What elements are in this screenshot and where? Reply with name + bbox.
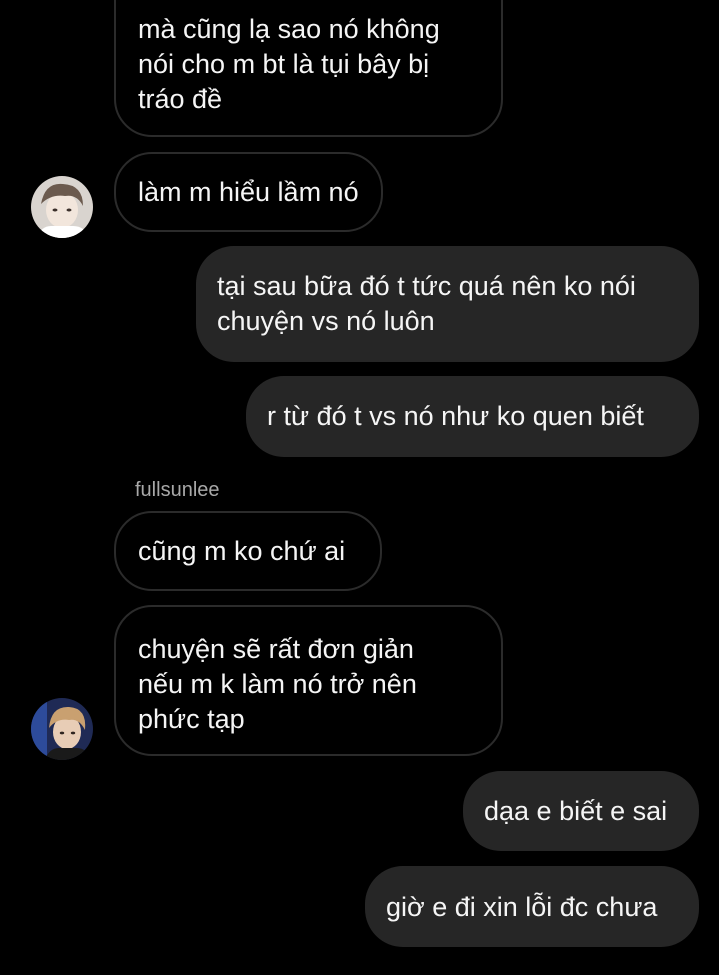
message-bubble-sent[interactable]: dạa e biết e sai [463,771,699,851]
message-bubble-received[interactable]: cũng m ko chứ ai [114,511,382,591]
avatar-image [31,176,93,238]
message-bubble-received[interactable]: chuyện sẽ rất đơn giản nếu m k làm nó tr… [114,605,503,756]
message-bubble-sent[interactable]: r từ đó t vs nó như ko quen biết [246,376,699,457]
message-bubble-sent[interactable]: giờ e đi xin lỗi đc chưa [365,866,699,947]
avatar-image [31,698,93,760]
message-bubble-received[interactable]: làm m hiểu lầm nó [114,152,383,232]
message-bubble-received[interactable]: mà cũng lạ sao nó không nói cho m bt là … [114,0,503,137]
contact-avatar[interactable] [31,698,93,760]
sender-name: fullsunlee [135,479,220,501]
contact-avatar[interactable] [31,176,93,238]
message-bubble-sent[interactable]: tại sau bữa đó t tức quá nên ko nói chuy… [196,246,699,362]
